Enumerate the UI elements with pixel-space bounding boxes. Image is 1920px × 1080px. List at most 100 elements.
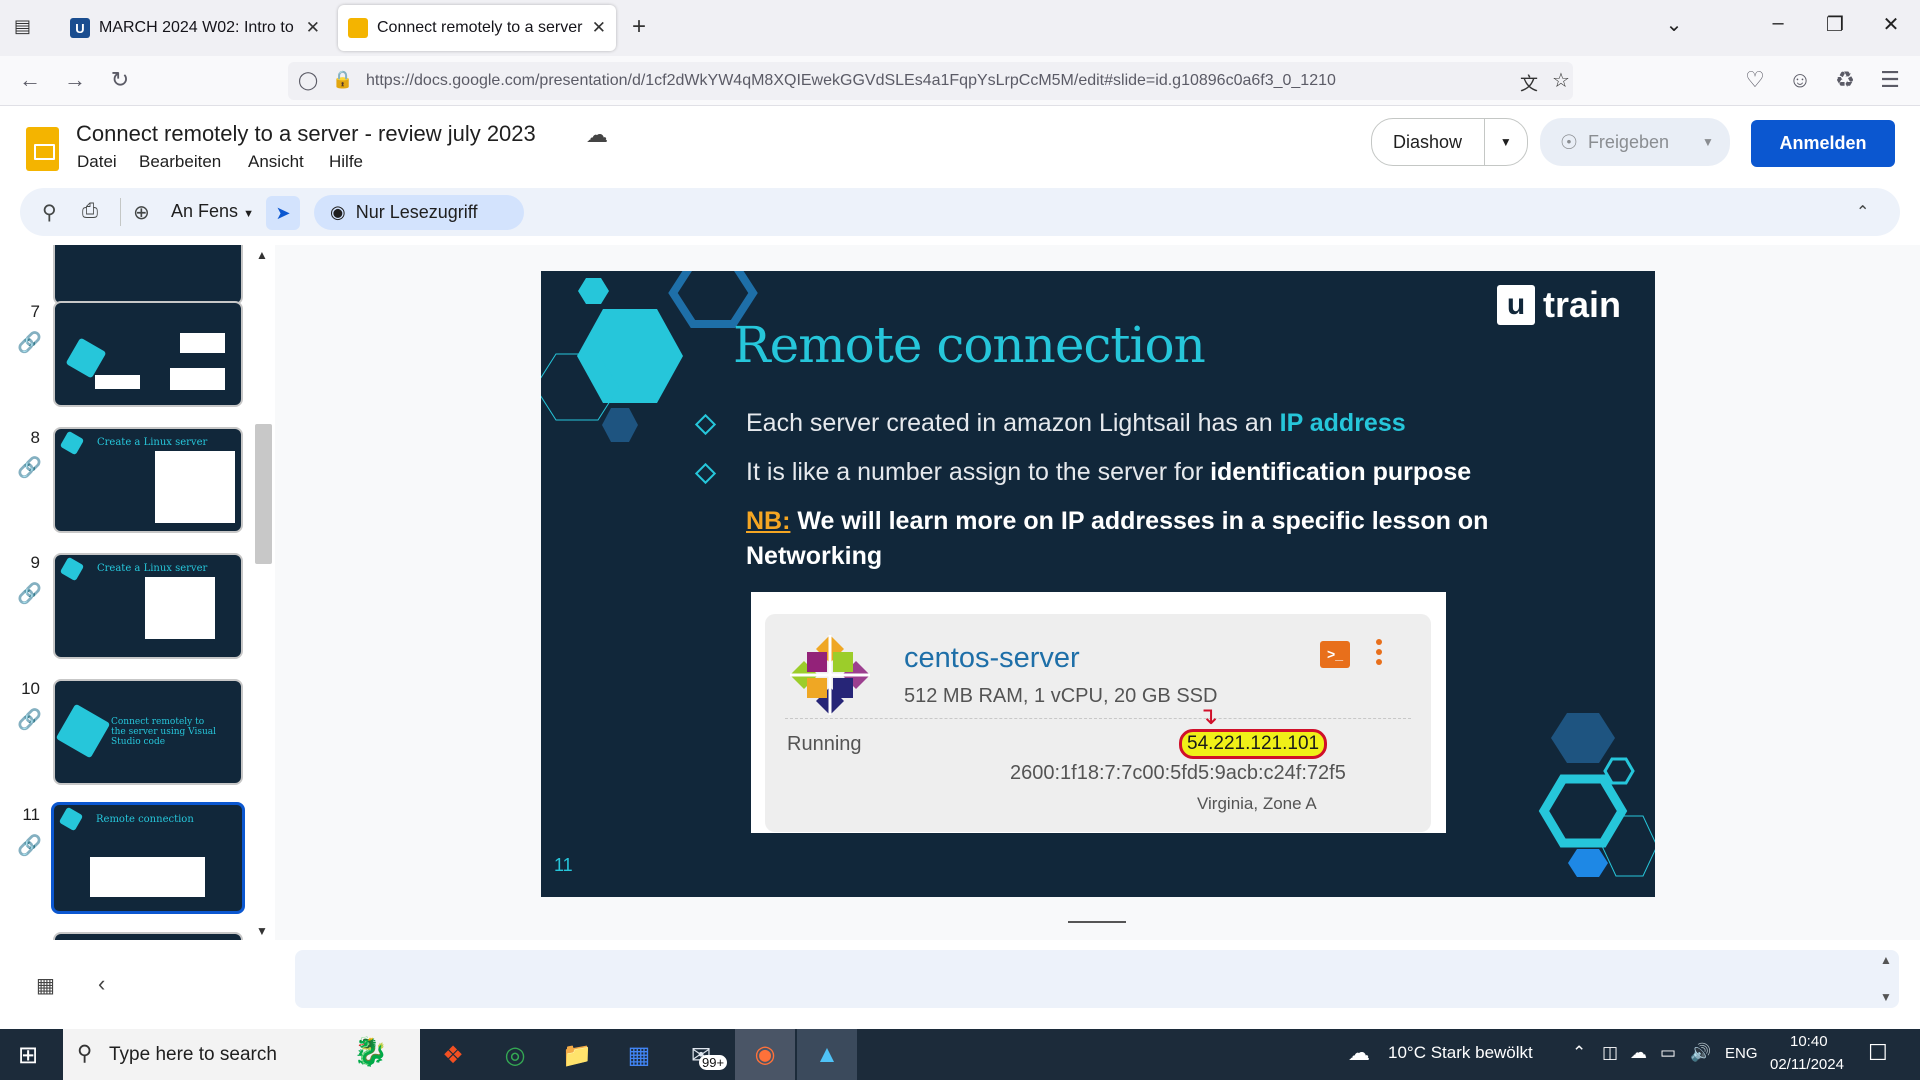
tab-title: Connect remotely to a server - r	[377, 19, 584, 36]
browser-tab-slides[interactable]: Connect remotely to a server - r ✕	[338, 5, 616, 51]
mail-icon[interactable]: ✉ 99+	[679, 1035, 728, 1075]
diashow-button[interactable]: Diashow	[1372, 132, 1484, 153]
taskbar-search-box[interactable]: ⚲ Type here to search 🐉	[63, 1029, 420, 1080]
view-only-label: Nur Lesezugriff	[355, 202, 478, 222]
meet-now-icon[interactable]: ◫	[1602, 1043, 1618, 1063]
slide-thumbnail-7[interactable]	[53, 301, 243, 407]
menu-datei[interactable]: Datei	[77, 152, 117, 172]
weather-icon[interactable]: ☁	[1348, 1040, 1370, 1066]
tab-list-icon[interactable]: ▤	[14, 16, 31, 37]
reload-icon[interactable]: ↻	[105, 67, 135, 93]
slide-filmstrip: 7 🔗 8 🔗 Create a Linux server 9 🔗 Create…	[0, 245, 275, 940]
server-spec: 512 MB RAM, 1 vCPU, 20 GB SSD	[904, 685, 1218, 707]
utrain-logo: u train	[1497, 283, 1621, 327]
language-indicator[interactable]: ENG	[1725, 1045, 1758, 1062]
link-icon: 🔗	[17, 709, 42, 731]
grid-view-icon[interactable]: ▦	[36, 973, 55, 998]
browser-tab-course[interactable]: U MARCH 2024 W02: Intro to Linu ✕	[60, 5, 330, 51]
minimize-icon[interactable]: –	[1758, 12, 1798, 35]
tab-overflow-chevron-icon[interactable]: ⌄	[1654, 12, 1694, 37]
bookmark-star-icon[interactable]: ☆	[1552, 68, 1570, 93]
cloud-saved-icon[interactable]: ☁	[586, 122, 608, 148]
menu-ansicht[interactable]: Ansicht	[248, 152, 304, 172]
slides-logo-icon[interactable]	[26, 127, 59, 171]
battery-icon[interactable]: ▭	[1660, 1043, 1676, 1063]
close-window-icon[interactable]: ✕	[1871, 12, 1911, 37]
share-button[interactable]: Freigeben	[1588, 132, 1693, 153]
translate-icon[interactable]: 文	[1520, 70, 1538, 96]
sign-in-button[interactable]: Anmelden	[1751, 120, 1895, 167]
slide-thumbnail-6[interactable]	[53, 245, 243, 305]
close-tab-icon[interactable]: ✕	[592, 18, 606, 38]
notes-scroll-up-icon[interactable]: ▲	[1880, 953, 1892, 967]
new-tab-icon[interactable]: +	[632, 13, 646, 41]
select-tool-icon[interactable]: ➤	[266, 196, 300, 230]
windows-start-icon[interactable]: ⊞	[18, 1041, 38, 1070]
pocket-icon[interactable]: ♡	[1740, 67, 1770, 93]
slide-page-number: 11	[554, 855, 573, 875]
red-arrow-icon: ↴	[1198, 703, 1219, 730]
file-explorer-icon[interactable]: 📁	[555, 1035, 599, 1075]
edge-icon[interactable]: ◎	[493, 1035, 537, 1075]
slide-thumbnail-8[interactable]: Create a Linux server	[53, 427, 243, 533]
link-icon: 🔗	[17, 332, 42, 354]
slide-thumbnail-10[interactable]: Connect remotely to the server using Vis…	[53, 679, 243, 785]
scroll-down-icon[interactable]: ▼	[256, 924, 268, 938]
slide-thumbnail-12[interactable]	[53, 932, 243, 940]
more-options-icon	[1375, 639, 1383, 669]
lock-icon[interactable]: 🔒	[332, 70, 353, 90]
extensions-icon[interactable]: ♻	[1830, 67, 1860, 93]
server-status: Running	[787, 733, 862, 755]
collapse-filmstrip-icon[interactable]: ‹	[98, 971, 105, 997]
share-dropdown-icon[interactable]: ▼	[1693, 135, 1723, 149]
browser-tab-bar: ▤ U MARCH 2024 W02: Intro to Linu ✕ Conn…	[0, 0, 1920, 56]
store-icon[interactable]: ▦	[617, 1035, 661, 1075]
server-zone: Virginia, Zone A	[1197, 794, 1317, 813]
volume-icon[interactable]: 🔊	[1690, 1043, 1711, 1063]
collapse-toolbar-icon[interactable]: ⌃	[1856, 202, 1869, 222]
speaker-notes-area[interactable]: ▲ ▼	[295, 950, 1899, 1008]
bullet-1: Each server created in amazon Lightsail …	[746, 409, 1406, 437]
url-text: https://docs.google.com/presentation/d/1…	[366, 72, 1336, 89]
zoom-select[interactable]: An Fens ▼	[171, 201, 254, 222]
notes-resize-handle[interactable]	[1068, 921, 1126, 923]
weather-text[interactable]: 10°C Stark bewölkt	[1388, 1043, 1533, 1063]
forward-icon[interactable]: →	[60, 67, 90, 93]
eye-icon: ◉	[330, 202, 346, 222]
slide-title: Remote connection	[733, 316, 1206, 374]
slide-thumbnail-9[interactable]: Create a Linux server	[53, 553, 243, 659]
filmstrip-scroll-thumb[interactable]	[255, 424, 272, 564]
firefox-icon[interactable]: ◉	[735, 1029, 795, 1080]
menu-hilfe[interactable]: Hilfe	[329, 152, 363, 172]
filmstrip-scrollbar[interactable]	[253, 248, 274, 938]
slides-favicon-icon	[348, 18, 368, 38]
search-highlight-icon[interactable]: 🐉	[353, 1035, 388, 1068]
menu-bearbeiten[interactable]: Bearbeiten	[139, 152, 221, 172]
menu-icon[interactable]: ☰	[1875, 67, 1905, 93]
photos-icon[interactable]: ▲	[797, 1029, 857, 1080]
diashow-dropdown-icon[interactable]: ▼	[1483, 118, 1527, 166]
diashow-button-group: Diashow ▼	[1371, 118, 1528, 166]
shield-icon[interactable]: ◯	[298, 70, 318, 91]
slides-toolbar: ⚲ ⎙ ⊕ An Fens ▼ ➤ ◉ Nur Lesezugriff ⌃	[20, 188, 1900, 236]
notes-scroll-down-icon[interactable]: ▼	[1880, 990, 1892, 1004]
notifications-icon[interactable]: ☐	[1868, 1040, 1888, 1066]
print-icon[interactable]: ⎙	[82, 200, 98, 223]
copilot-icon[interactable]: ❖	[431, 1035, 475, 1075]
account-icon[interactable]: ☺	[1785, 67, 1815, 93]
onedrive-icon[interactable]: ☁	[1630, 1043, 1647, 1063]
search-menus-icon[interactable]: ⚲	[42, 200, 57, 225]
slide-thumbnail-11[interactable]: Remote connection	[51, 802, 245, 914]
back-icon[interactable]: ←	[15, 67, 45, 93]
zoom-icon[interactable]: ⊕	[133, 200, 150, 225]
view-only-badge[interactable]: ◉ Nur Lesezugriff	[314, 195, 524, 230]
address-bar[interactable]: ◯ 🔒 https://docs.google.com/presentation…	[288, 62, 1573, 100]
show-hidden-icons-icon[interactable]: ⌃	[1572, 1043, 1586, 1063]
scroll-up-icon[interactable]: ▲	[256, 248, 268, 262]
clock-date[interactable]: 02/11/2024	[1770, 1056, 1844, 1073]
clock-time[interactable]: 10:40	[1790, 1033, 1828, 1050]
close-tab-icon[interactable]: ✕	[306, 18, 320, 38]
restore-icon[interactable]: ❐	[1815, 12, 1855, 37]
slide-number: 10	[21, 679, 40, 698]
document-title[interactable]: Connect remotely to a server - review ju…	[76, 121, 536, 147]
